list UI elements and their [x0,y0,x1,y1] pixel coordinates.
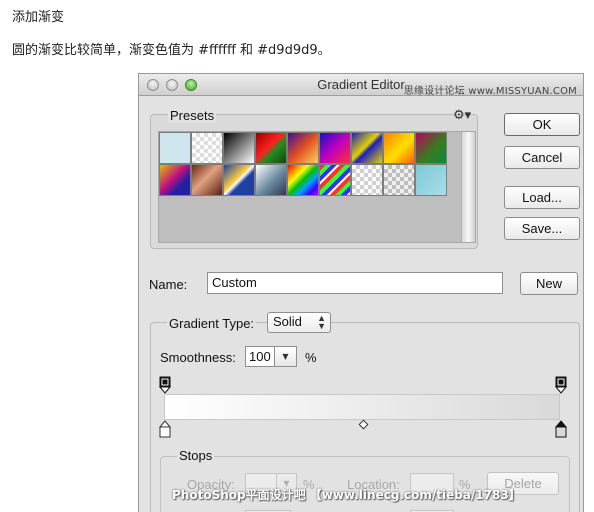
ok-button[interactable]: OK [504,113,580,136]
gradient-type-label: Gradient Type: [167,316,257,331]
new-button[interactable]: New [520,272,578,295]
title-bar[interactable]: Gradient Editor 思缘设计论坛 www.MISSYUAN.COM [139,74,583,97]
preset-swatch[interactable] [383,164,415,196]
color-stop-right[interactable] [555,420,567,438]
watermark-top: 思缘设计论坛 www.MISSYUAN.COM [403,86,577,97]
load-button[interactable]: Load... [504,186,580,209]
article-heading: 添加渐变 [12,10,65,25]
preset-swatch[interactable] [415,132,447,164]
gradient-type-select[interactable]: Solid ▲ ▼ [267,312,331,333]
preset-swatch[interactable] [159,132,191,164]
name-label: Name: [149,277,188,292]
watermark-bottom: PhotoShop平面设计吧 【www.linecg.com/tieba/178… [172,488,521,502]
opacity-stop-right[interactable] [555,376,567,394]
smoothness-unit: % [305,350,317,365]
preset-swatch[interactable] [191,164,223,196]
presets-scrollbar[interactable] [461,132,475,242]
stops-label: Stops [177,448,215,463]
preset-swatch[interactable] [255,132,287,164]
name-input[interactable]: Custom [207,272,503,294]
preset-swatch[interactable] [223,164,255,196]
opacity-stop-left[interactable] [159,376,171,394]
swatch-grid [159,132,447,196]
preset-swatch[interactable] [223,132,255,164]
smoothness-label: Smoothness: [160,350,236,365]
preset-swatch[interactable] [351,164,383,196]
preset-swatch[interactable] [415,164,447,196]
preset-swatch[interactable] [255,164,287,196]
smoothness-input[interactable]: 100 [245,346,275,367]
presets-swatch-area [158,131,476,243]
preset-swatch[interactable] [383,132,415,164]
gear-icon[interactable]: ⚙▾ [453,108,471,123]
preset-swatch[interactable] [159,164,191,196]
gradient-preview-bar[interactable] [164,394,560,420]
gradient-type-value: Solid [273,314,302,329]
article-body: 圆的渐变比较简单，渐变色值为 #ffffff 和 #d9d9d9。 [12,43,331,58]
smoothness-dropdown-icon[interactable]: ▼ [275,346,297,367]
cancel-button[interactable]: Cancel [504,146,580,169]
preset-swatch[interactable] [319,132,351,164]
gradient-editor-dialog: Gradient Editor 思缘设计论坛 www.MISSYUAN.COM … [138,73,584,512]
preset-swatch[interactable] [287,164,319,196]
preset-swatch[interactable] [319,164,351,196]
presets-label: Presets [168,108,217,123]
preset-swatch[interactable] [351,132,383,164]
color-stop-left[interactable] [159,420,171,438]
preset-swatch[interactable] [191,132,223,164]
save-button[interactable]: Save... [504,217,580,240]
preset-swatch[interactable] [287,132,319,164]
select-arrows-icon: ▲ ▼ [317,313,326,331]
